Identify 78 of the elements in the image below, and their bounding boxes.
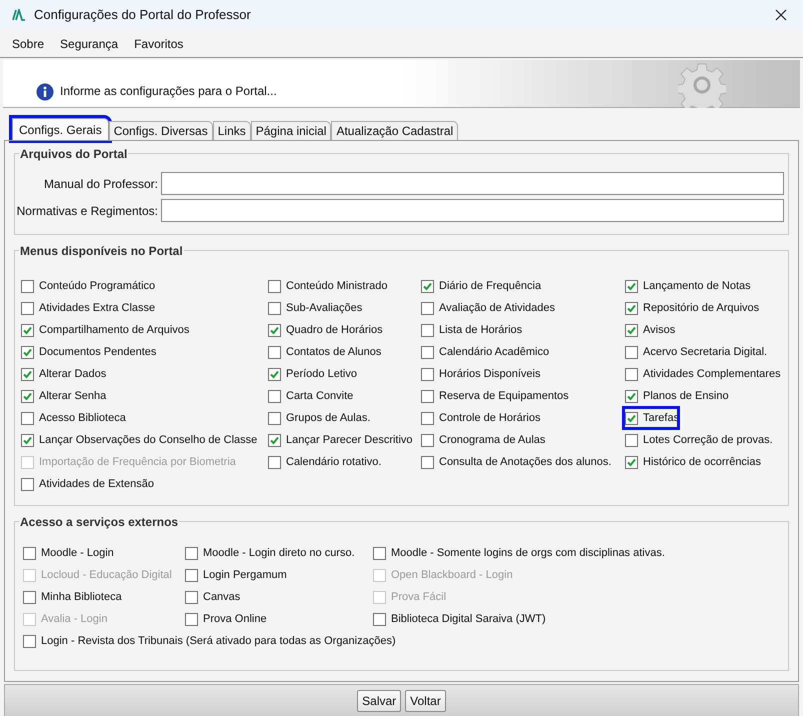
menu-checkbox[interactable]: Atividades de Extensão bbox=[19, 473, 154, 495]
menu-checkbox[interactable]: Avaliação de Atividades bbox=[419, 297, 555, 319]
menu-checkbox[interactable]: Atividades Complementares bbox=[623, 363, 781, 385]
logo-icon bbox=[12, 9, 26, 21]
check-icon bbox=[270, 436, 279, 444]
menu-checkbox[interactable]: Horários Disponíveis bbox=[419, 363, 540, 385]
menu-checkbox[interactable]: Calendário rotativo. bbox=[266, 451, 382, 473]
menu-checkbox[interactable]: Contatos de Alunos bbox=[266, 341, 382, 363]
menu-checkbox[interactable]: Lotes Correção de provas. bbox=[623, 429, 773, 451]
menu-item[interactable]: Sobre bbox=[12, 34, 44, 52]
menu-checkbox[interactable]: Compartilhamento de Arquivos bbox=[19, 319, 190, 341]
menu-checkbox[interactable]: Período Letivo bbox=[266, 363, 357, 385]
banner-message: Informe as configurações para o Portal... bbox=[60, 83, 277, 100]
menu-checkbox[interactable]: Moodle - Somente logins de orgs com disciplinas ativas. bbox=[371, 542, 665, 564]
menu-checkbox[interactable]: Grupos de Aulas. bbox=[266, 407, 370, 429]
check-icon bbox=[627, 392, 636, 400]
menu-checkbox[interactable]: Moodle - Login bbox=[21, 542, 114, 564]
check-icon bbox=[270, 370, 279, 378]
menu-checkbox[interactable]: Carta Convite bbox=[266, 385, 354, 407]
text-field[interactable] bbox=[161, 199, 784, 222]
check-icon bbox=[627, 326, 636, 334]
check-icon bbox=[627, 458, 636, 466]
menu-checkbox[interactable]: Conteúdo Ministrado bbox=[266, 275, 388, 297]
menu-checkbox[interactable]: Lançar Parecer Descritivo bbox=[266, 429, 413, 451]
tab[interactable]: Configs. Diversas bbox=[108, 121, 213, 140]
menu-checkbox[interactable]: Sub-Avaliações bbox=[266, 297, 362, 319]
check-icon bbox=[627, 414, 636, 422]
check-icon bbox=[627, 282, 636, 290]
menu-checkbox[interactable]: Acervo Secretaria Digital. bbox=[623, 341, 768, 363]
menu-checkbox[interactable]: Biblioteca Digital Saraiva (JWT) bbox=[371, 608, 546, 630]
menu-checkbox[interactable]: Alterar Dados bbox=[19, 363, 106, 385]
check-icon bbox=[23, 392, 32, 400]
menu-checkbox[interactable]: Cronograma de Aulas bbox=[419, 429, 546, 451]
menu-checkbox[interactable]: Login - Revista dos Tribunais (Será ativado para todas as Organizações) bbox=[21, 630, 396, 652]
check-icon bbox=[23, 348, 32, 356]
menu-checkbox[interactable]: Atividades Extra Classe bbox=[19, 297, 156, 319]
info-icon bbox=[36, 83, 54, 101]
menu-item[interactable]: Segurança bbox=[60, 34, 118, 52]
menu-checkbox[interactable]: Planos de Ensino bbox=[623, 385, 729, 407]
menu-checkbox[interactable]: Minha Biblioteca bbox=[21, 586, 122, 608]
menu-checkbox[interactable]: Avisos bbox=[623, 319, 676, 341]
text-field[interactable] bbox=[161, 172, 784, 195]
tab[interactable]: Configs. Gerais bbox=[12, 118, 109, 140]
field-label: Normativas e Regimentos: bbox=[16, 202, 159, 220]
menu-checkbox[interactable]: Controle de Horários bbox=[419, 407, 540, 429]
check-icon bbox=[627, 304, 636, 312]
check-icon bbox=[423, 282, 432, 290]
check-icon bbox=[23, 326, 32, 334]
tab[interactable]: Atualização Cadastral bbox=[331, 121, 458, 140]
window-title: Configurações do Portal do Professor bbox=[34, 6, 251, 24]
check-icon bbox=[23, 370, 32, 378]
menu-checkbox[interactable]: Conteúdo Programático bbox=[19, 275, 156, 297]
tab[interactable]: Página inicial bbox=[250, 121, 332, 140]
menu-checkbox[interactable]: Moodle - Login direto no curso. bbox=[183, 542, 355, 564]
menu-checkbox[interactable]: Consulta de Anotações dos alunos. bbox=[419, 451, 612, 473]
tab[interactable]: Links bbox=[212, 121, 251, 140]
field-label: Manual do Professor: bbox=[42, 176, 159, 192]
menu-checkbox[interactable]: Histórico de ocorrências bbox=[623, 451, 761, 473]
menu-item[interactable]: Favoritos bbox=[134, 34, 184, 52]
menu-checkbox[interactable]: Lançamento de Notas bbox=[623, 275, 751, 297]
menu-checkbox[interactable]: Canvas bbox=[183, 586, 240, 608]
close-icon bbox=[775, 9, 787, 21]
dialog-button[interactable]: Salvar bbox=[357, 690, 402, 712]
menu-checkbox[interactable]: Repositório de Arquivos bbox=[623, 297, 760, 319]
menu-checkbox[interactable]: Calendário Acadêmico bbox=[419, 341, 550, 363]
check-icon bbox=[270, 326, 279, 334]
menu-checkbox[interactable]: Prova Online bbox=[183, 608, 267, 630]
menu-checkbox[interactable]: Documentos Pendentes bbox=[19, 341, 156, 363]
menu-checkbox[interactable]: Acesso Biblioteca bbox=[19, 407, 126, 429]
menu-checkbox[interactable]: Lista de Horários bbox=[419, 319, 522, 341]
menu-checkbox[interactable]: Login Pergamum bbox=[183, 564, 287, 586]
menu-checkbox[interactable]: Lançar Observações do Conselho de Classe bbox=[19, 429, 258, 451]
check-icon bbox=[23, 436, 32, 444]
menu-checkbox[interactable]: Alterar Senha bbox=[19, 385, 106, 407]
dialog-button[interactable]: Voltar bbox=[405, 690, 446, 712]
menu-checkbox[interactable]: Reserva de Equipamentos bbox=[419, 385, 569, 407]
menu-checkbox[interactable]: Quadro de Horários bbox=[266, 319, 383, 341]
menu-checkbox[interactable]: Diário de Frequência bbox=[419, 275, 542, 297]
